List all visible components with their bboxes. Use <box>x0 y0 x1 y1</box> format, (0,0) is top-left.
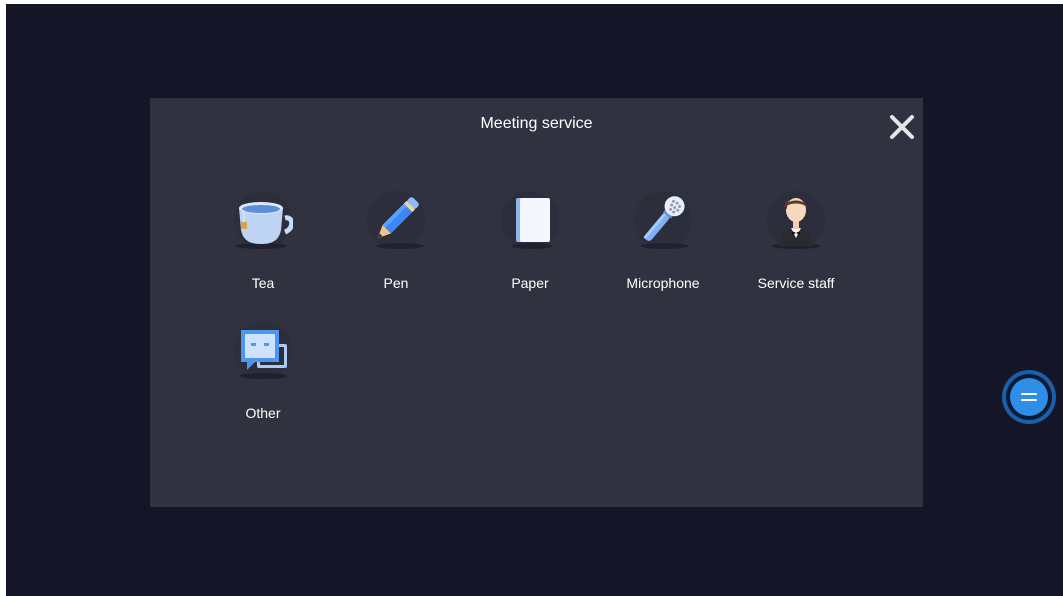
floating-menu-button[interactable] <box>1001 369 1057 425</box>
service-item-label: Pen <box>383 275 409 291</box>
service-item-label: Microphone <box>626 275 700 291</box>
service-item-tea[interactable]: Tea <box>208 190 318 310</box>
pen-icon <box>367 191 425 249</box>
microphone-icon <box>634 191 692 249</box>
tea-cup-icon <box>234 191 293 249</box>
service-item-paper[interactable]: Paper <box>475 190 585 310</box>
service-item-label: Tea <box>251 275 275 291</box>
service-item-microphone[interactable]: Microphone <box>608 190 718 310</box>
app-screen: Meeting service Tea Pen Paper Microphone… <box>6 4 1063 596</box>
paper-icon <box>501 191 559 249</box>
service-item-other[interactable]: Other <box>208 320 318 440</box>
service-item-label: Other <box>245 405 281 421</box>
service-staff-icon <box>767 191 825 249</box>
service-item-pen[interactable]: Pen <box>341 190 451 310</box>
service-grid: Tea Pen Paper Microphone Service staff O… <box>150 98 923 507</box>
service-item-label: Service staff <box>757 275 835 291</box>
service-item-label: Paper <box>511 275 549 291</box>
service-item-service-staff[interactable]: Service staff <box>741 190 851 310</box>
chat-bubbles-icon <box>234 321 292 379</box>
meeting-service-dialog: Meeting service Tea Pen Paper Microphone… <box>150 98 923 507</box>
menu-lines-icon <box>1002 370 1056 424</box>
